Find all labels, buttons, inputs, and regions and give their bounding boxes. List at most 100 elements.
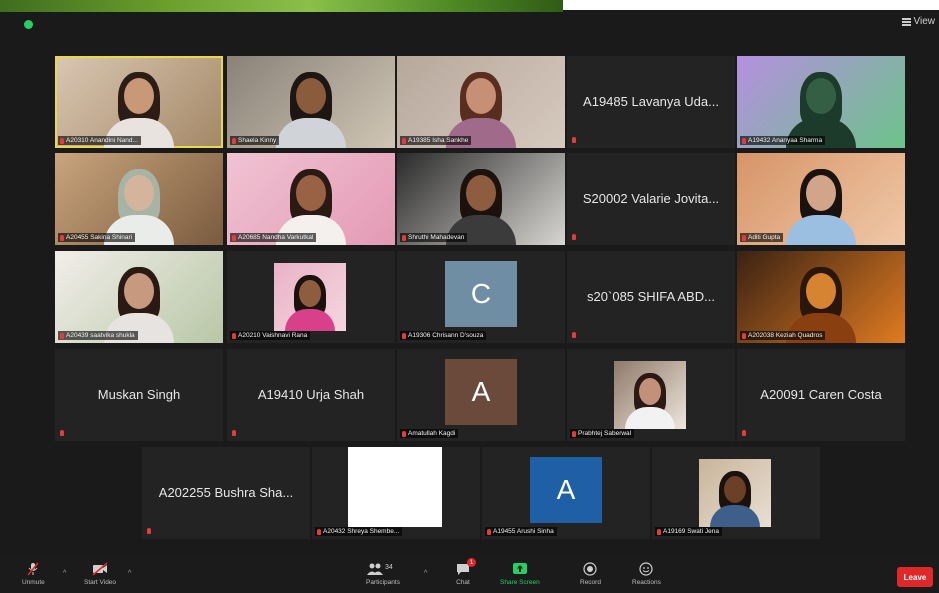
participant-tile[interactable]: A Amatullah Kagdi	[397, 349, 565, 441]
muted-mic-icon	[742, 332, 746, 339]
participant-tile[interactable]: A20685 Nandha Varkutkal	[227, 153, 395, 245]
muted-mic-icon	[402, 332, 406, 339]
start-video-label: Start Video	[84, 579, 117, 586]
participant-name: A19169 Swati Jena	[663, 528, 720, 535]
muted-mic-icon	[317, 528, 321, 535]
participant-name: A20091 Caren Costa	[760, 387, 882, 402]
participant-name: Amatullah Kagdi	[408, 430, 456, 437]
participant-tile[interactable]: A19410 Urja Shah	[227, 349, 395, 441]
participant-name-label: A19169 Swati Jena	[655, 527, 723, 536]
participant-tile[interactable]: Shruthi Mahadevan	[397, 153, 565, 245]
participant-tile[interactable]: A20310 Anandini Nand...	[55, 56, 223, 148]
participants-count: 34	[384, 564, 393, 571]
participant-tile[interactable]: A20439 saatvika shukla	[55, 251, 223, 343]
initial-avatar: A	[445, 359, 517, 425]
participant-tile[interactable]: s20`085 SHIFA ABD...	[567, 251, 735, 343]
participant-name: A20310 Anandini Nand...	[66, 137, 138, 144]
participant-tile[interactable]: A A19455 Arushi Sinha	[482, 447, 650, 539]
muted-mic-icon	[657, 528, 661, 535]
muted-mic-icon	[232, 332, 236, 339]
participant-name: s20`085 SHIFA ABD...	[587, 289, 715, 304]
participant-tile[interactable]: A20210 Vaishnavi Rana	[227, 251, 395, 343]
participant-name-label: A19306 Chrisann D'souza	[400, 331, 487, 340]
participant-tile[interactable]: A19169 Swati Jena	[652, 447, 820, 539]
muted-mic-icon	[572, 234, 576, 240]
record-button[interactable]: Record	[580, 562, 601, 586]
participant-name-label: Shaela Kinny	[230, 136, 280, 145]
chat-label: Chat	[456, 579, 470, 586]
chat-bubble-icon: 1	[455, 558, 476, 576]
participant-name-label: A20455 Sakina Shinari	[58, 233, 136, 242]
participant-name-label: Shruthi Mahadevan	[400, 233, 468, 242]
participant-name: A202255 Bushra Sha...	[158, 485, 294, 500]
participant-name: A19432 Ananyaa Sharma	[748, 137, 823, 144]
participant-tile[interactable]: A20432 Shreya Shembe...	[312, 447, 480, 539]
participant-tile[interactable]: A19385 Isha Sankhe	[397, 56, 565, 148]
participant-name: A20432 Shreya Shembe...	[323, 528, 400, 535]
audio-options-chevron-icon[interactable]: ^	[63, 570, 66, 577]
unmute-button[interactable]: Unmute	[22, 562, 45, 586]
participant-name: A20439 saatvika shukla	[66, 332, 135, 339]
muted-mic-icon	[572, 137, 576, 143]
profile-photo	[274, 263, 346, 331]
participant-name-label: Amatullah Kagdi	[400, 429, 459, 438]
participant-name-label: A202038 Keziah Quadros	[740, 331, 826, 340]
muted-mic-icon	[232, 234, 236, 241]
unmute-label: Unmute	[22, 579, 45, 586]
participant-tile[interactable]: A202255 Bushra Sha...	[142, 447, 310, 539]
chat-button[interactable]: 1 Chat	[455, 558, 476, 586]
video-options-chevron-icon[interactable]: ^	[128, 570, 131, 577]
participant-tile[interactable]: Shaela Kinny	[227, 56, 395, 148]
participant-name: A19306 Chrisann D'souza	[408, 332, 484, 339]
participant-name: A19485 Lavanya Uda...	[583, 94, 719, 109]
participant-tile[interactable]: A19485 Lavanya Uda...	[567, 56, 735, 148]
leave-button[interactable]: Leave	[897, 567, 933, 587]
record-label: Record	[580, 579, 601, 586]
participant-tile[interactable]: A20091 Caren Costa	[737, 349, 905, 441]
participant-tile[interactable]: A19432 Ananyaa Sharma	[737, 56, 905, 148]
share-screen-button[interactable]: Share Screen	[500, 562, 540, 586]
initial-avatar: A	[530, 457, 602, 523]
blank-video	[348, 447, 442, 527]
zoom-meeting-window: View A20310 Anandini Nand... Shaela Kinny…	[0, 0, 939, 593]
participant-name-label: A20685 Nandha Varkutkal	[230, 233, 317, 242]
participants-chevron-icon[interactable]: ^	[424, 570, 427, 577]
participant-name-label: A19455 Arushi Sinha	[485, 527, 557, 536]
participant-name: A20685 Nandha Varkutkal	[238, 234, 314, 241]
participant-name: Prabhtej Saberwal	[578, 430, 632, 437]
participant-name: S20002 Valarie Jovita...	[582, 191, 720, 206]
participant-tile[interactable]: A20455 Sakina Shinari	[55, 153, 223, 245]
participant-name: Shruthi Mahadevan	[408, 234, 465, 241]
participants-button[interactable]: 34 Participants	[366, 562, 400, 586]
muted-mic-icon	[60, 332, 64, 339]
participant-tile[interactable]: S20002 Valarie Jovita...	[567, 153, 735, 245]
participant-name: A19385 Isha Sankhe	[408, 137, 469, 144]
participants-icon: 34	[366, 562, 399, 576]
muted-mic-icon	[60, 137, 64, 144]
participants-label: Participants	[366, 579, 400, 586]
gallery-view: A20310 Anandini Nand... Shaela Kinny A1938…	[0, 0, 939, 560]
reactions-button[interactable]: Reactions	[632, 562, 661, 586]
video-camera-icon	[92, 562, 108, 576]
participant-tile[interactable]: C A19306 Chrisann D'souza	[397, 251, 565, 343]
participant-name-label: Prabhtej Saberwal	[570, 429, 635, 438]
muted-mic-icon	[402, 234, 406, 241]
participant-tile[interactable]: Aditi Gupta	[737, 153, 905, 245]
muted-mic-icon	[147, 528, 151, 534]
smiley-icon	[638, 562, 654, 576]
muted-mic-icon	[742, 137, 746, 144]
record-icon	[582, 562, 598, 576]
muted-mic-icon	[232, 430, 236, 436]
muted-mic-icon	[487, 528, 491, 535]
muted-mic-icon	[572, 332, 576, 338]
participant-name: Muskan Singh	[97, 387, 181, 402]
start-video-button[interactable]: Start Video	[84, 562, 116, 586]
participant-name-label: A20210 Vaishnavi Rana	[230, 331, 311, 340]
muted-mic-icon	[60, 234, 64, 241]
participant-tile[interactable]: Muskan Singh	[55, 349, 223, 441]
initial-avatar: C	[445, 261, 517, 327]
participant-name: A19455 Arushi Sinha	[493, 528, 554, 535]
participant-name: Shaela Kinny	[238, 137, 277, 144]
participant-tile[interactable]: Prabhtej Saberwal	[567, 349, 735, 441]
participant-tile[interactable]: A202038 Keziah Quadros	[737, 251, 905, 343]
